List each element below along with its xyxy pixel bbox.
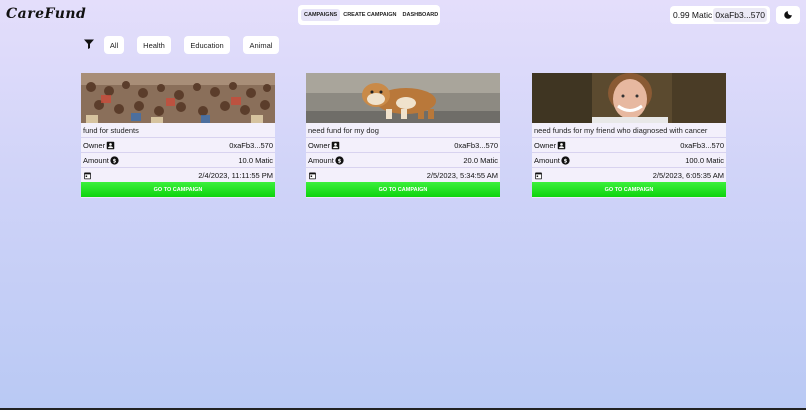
filter-all[interactable]: All: [104, 36, 124, 54]
top-nav: CAMPAIGNS CREATE CAMPAIGN DASHBOARD: [298, 5, 440, 25]
campaign-image-dog: [306, 73, 500, 123]
owner-address: 0xaFb3...570: [680, 140, 724, 150]
campaign-date: 2/5/2023, 6:05:35 AM: [652, 170, 724, 180]
person-badge-icon: [106, 141, 115, 149]
campaign-date: 2/5/2023, 5:34:55 AM: [426, 170, 498, 180]
campaign-card: need funds for my friend who diagnosed w…: [532, 73, 726, 198]
amount-label: Amount: [83, 155, 109, 165]
owner-row: Owner 0xaFb3...570: [532, 137, 726, 152]
filter-education[interactable]: Education: [184, 36, 230, 54]
date-row: 2/5/2023, 6:05:35 AM: [532, 167, 726, 182]
dollar-circle-icon: $: [335, 155, 344, 165]
calendar-icon: [309, 172, 316, 179]
filter-animal[interactable]: Animal: [243, 36, 279, 54]
wallet-info[interactable]: 0.99 Matic 0xaFb3...570: [670, 6, 770, 24]
go-to-campaign-button[interactable]: GO TO CAMPAIGN: [532, 182, 726, 197]
owner-row: Owner 0xaFb3...570: [81, 137, 275, 152]
campaign-title: need funds for my friend who diagnosed w…: [532, 123, 726, 137]
owner-address: 0xaFb3...570: [454, 140, 498, 150]
calendar-icon: [535, 172, 542, 179]
amount-label: Amount: [534, 155, 560, 165]
date-row: 2/5/2023, 5:34:55 AM: [306, 167, 500, 182]
campaign-image-friend: [532, 73, 726, 123]
amount-row: Amount $ 100.0 Matic: [532, 152, 726, 167]
filter-health[interactable]: Health: [137, 36, 171, 54]
campaign-image-students: [81, 73, 275, 123]
owner-row: Owner 0xaFb3...570: [306, 137, 500, 152]
svg-text:$: $: [338, 158, 342, 164]
campaign-card: need fund for my dog Owner 0xaFb3...570 …: [306, 73, 500, 198]
campaign-title: fund for students: [81, 123, 275, 137]
campaign-date: 2/4/2023, 11:11:55 PM: [198, 170, 273, 180]
amount-row: Amount $ 20.0 Matic: [306, 152, 500, 167]
go-to-campaign-button[interactable]: GO TO CAMPAIGN: [306, 182, 500, 197]
nav-campaigns[interactable]: CAMPAIGNS: [301, 9, 341, 21]
campaign-amount: 10.0 Matic: [238, 155, 273, 165]
svg-text:$: $: [564, 158, 568, 164]
owner-label: Owner: [83, 140, 106, 150]
campaign-amount: 20.0 Matic: [463, 155, 498, 165]
amount-label: Amount: [308, 155, 334, 165]
date-row: 2/4/2023, 11:11:55 PM: [81, 167, 275, 182]
svg-text:$: $: [113, 158, 117, 164]
owner-address: 0xaFb3...570: [229, 140, 273, 150]
filter-icon[interactable]: [83, 38, 95, 50]
nav-create-campaign[interactable]: CREATE CAMPAIGN: [340, 9, 399, 21]
nav-dashboard[interactable]: DASHBOARD: [400, 9, 442, 21]
dollar-circle-icon: $: [561, 155, 570, 165]
amount-row: Amount $ 10.0 Matic: [81, 152, 275, 167]
calendar-icon: [84, 172, 91, 179]
theme-toggle-button[interactable]: [776, 6, 800, 24]
person-badge-icon: [557, 141, 566, 149]
go-to-campaign-button[interactable]: GO TO CAMPAIGN: [81, 182, 275, 197]
owner-label: Owner: [534, 140, 557, 150]
person-badge-icon: [331, 141, 340, 149]
owner-label: Owner: [308, 140, 331, 150]
campaign-title: need fund for my dog: [306, 123, 500, 137]
campaign-amount: 100.0 Matic: [685, 155, 724, 165]
app-logo[interactable]: CareFund: [6, 6, 86, 22]
moon-icon: [784, 11, 792, 19]
wallet-balance: 0.99 Matic: [673, 10, 713, 20]
wallet-address: 0xaFb3...570: [713, 8, 767, 22]
dollar-circle-icon: $: [110, 155, 119, 165]
campaign-card: fund for students Owner 0xaFb3...570 Amo…: [81, 73, 275, 198]
